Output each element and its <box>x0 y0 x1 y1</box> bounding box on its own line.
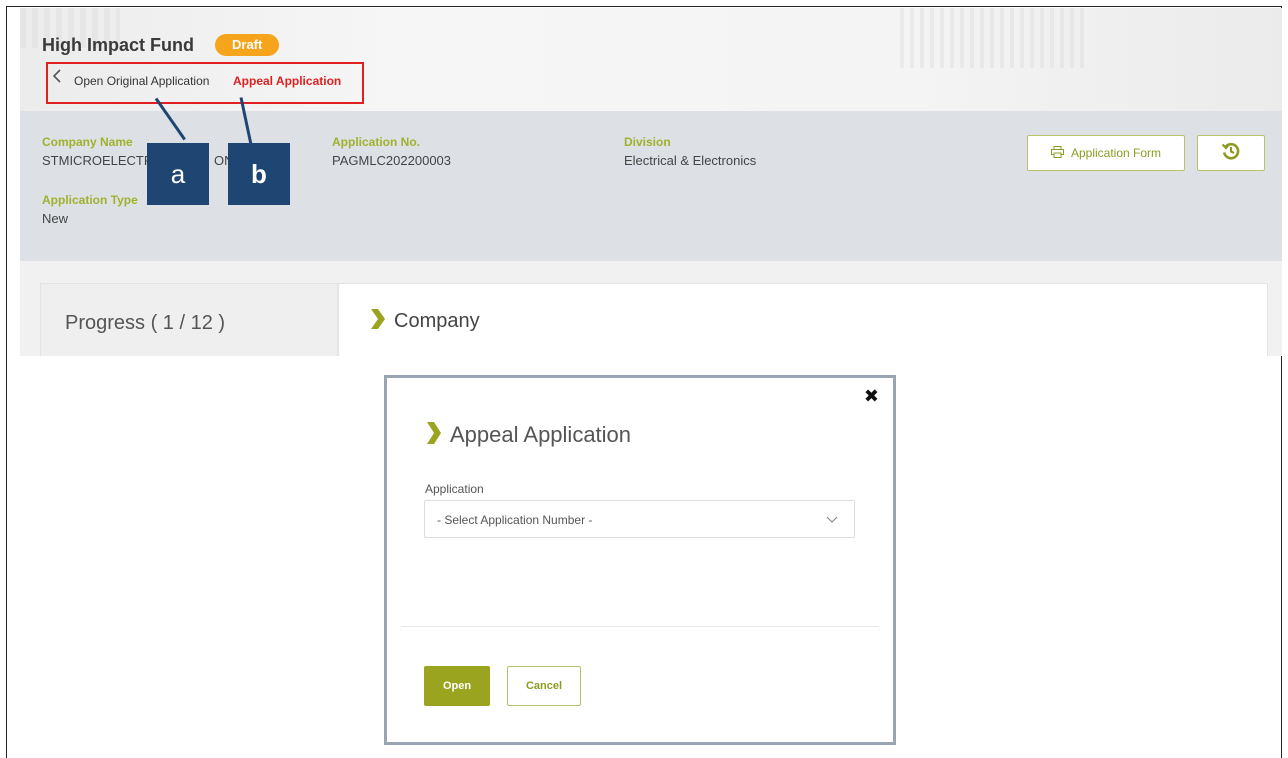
application-form-button[interactable]: Application Form <box>1027 135 1185 171</box>
progress-card: Progress ( 1 / 12 ) <box>40 283 338 356</box>
appeal-application-dialog: ✖ Appeal Application Application - Selec… <box>384 375 896 745</box>
division-label: Division <box>624 135 671 149</box>
main-content-area: Progress ( 1 / 12 ) Company <box>20 261 1282 356</box>
status-badge: Draft <box>215 34 280 56</box>
company-name-value: STMICROELECTR <box>42 153 154 168</box>
page-header: High Impact Fund Draft Open Original App… <box>20 8 1282 111</box>
printer-icon <box>1050 145 1064 161</box>
chevron-right-icon <box>369 307 387 336</box>
chevron-right-icon <box>425 420 443 451</box>
dialog-title: Appeal Application <box>450 422 632 447</box>
close-icon[interactable]: ✖ <box>864 386 879 407</box>
page-title: High Impact Fund <box>42 35 194 55</box>
application-form-button-label: Application Form <box>1070 146 1162 160</box>
application-no-value: PAGMLC202200003 <box>332 153 452 168</box>
application-no-label: Application No. <box>332 135 420 149</box>
history-icon <box>1221 141 1241 166</box>
application-field-label: Application <box>425 482 484 496</box>
chevron-left-icon[interactable] <box>52 68 62 90</box>
callout-b: b <box>228 143 290 205</box>
company-name-label: Company Name <box>42 135 133 149</box>
section-card: Company <box>338 283 1268 356</box>
progress-label: Progress ( 1 / 12 ) <box>65 312 226 334</box>
application-type-label: Application Type <box>42 193 138 207</box>
application-type-value: New <box>42 211 69 226</box>
cancel-button[interactable]: Cancel <box>507 666 581 706</box>
callout-a: a <box>147 143 209 205</box>
section-title: Company <box>394 310 480 332</box>
application-number-select[interactable]: - Select Application Number - <box>424 500 855 538</box>
application-info-panel: Company Name STMICROELECTR ON Applicatio… <box>20 111 1282 261</box>
dialog-divider <box>401 626 879 627</box>
division-value: Electrical & Electronics <box>624 153 757 168</box>
open-button[interactable]: Open <box>424 666 490 706</box>
chevron-down-icon <box>826 512 838 530</box>
application-page-screenshot: High Impact Fund Draft Open Original App… <box>20 8 1282 356</box>
history-button[interactable] <box>1197 135 1265 171</box>
open-original-application-link[interactable]: Open Original Application <box>74 74 209 88</box>
header-background-decoration <box>900 8 1090 68</box>
appeal-application-link[interactable]: Appeal Application <box>233 74 341 88</box>
application-number-select-placeholder: - Select Application Number - <box>437 513 593 527</box>
